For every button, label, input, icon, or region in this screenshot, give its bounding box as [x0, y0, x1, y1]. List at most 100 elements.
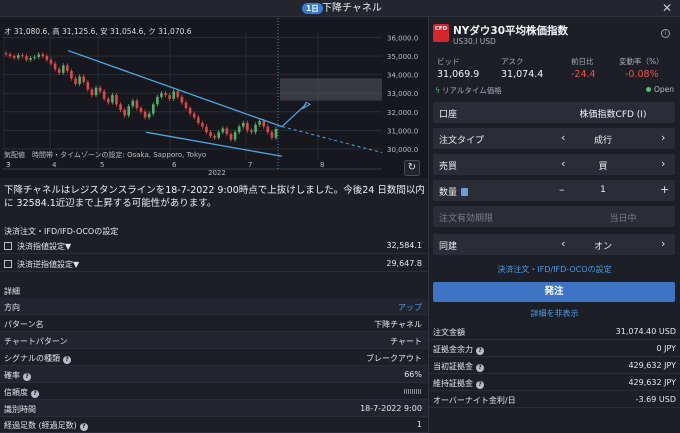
y-tick-label: 31,000.0: [387, 127, 418, 135]
detail-row-chart-pattern: チャートパターン チャート: [0, 332, 428, 349]
linked-select[interactable]: 同建 ‹ オン ›: [433, 234, 675, 255]
candle-body: [41, 54, 45, 57]
year-label: 2022: [208, 169, 226, 177]
expiry-select[interactable]: 注文有効期限 当日中: [433, 206, 675, 227]
title-bar: 1日 下降チャネル ✕: [0, 0, 680, 17]
hide-details-link[interactable]: 詳細を非表示: [429, 308, 680, 319]
candle-body: [274, 129, 278, 138]
y-tick-label: 36,000.0: [387, 35, 418, 43]
place-order-button[interactable]: 発注: [433, 282, 675, 302]
candle-body: [160, 93, 163, 97]
account-select[interactable]: 口座 株価指数CFD (I): [433, 102, 675, 123]
candle-body: [119, 104, 122, 110]
candle-body: [250, 130, 253, 133]
settle-order-link[interactable]: 決済注文・IFD/IFD-OCOの設定: [429, 264, 680, 275]
bid-price[interactable]: 31,069.9: [437, 69, 479, 80]
help-icon[interactable]: ?: [23, 373, 31, 381]
summary-row-free-margin: 証拠金余力? 0 JPY: [429, 340, 680, 357]
instrument-name: NYダウ30平均株価指数: [453, 25, 569, 37]
detail-row-direction: 方向 アップ: [0, 298, 428, 315]
candle-body: [156, 96, 159, 105]
candle-body: [147, 113, 151, 118]
help-icon[interactable]: ?: [476, 364, 484, 372]
candle-body: [176, 91, 180, 97]
candle-body: [233, 132, 237, 140]
help-icon[interactable]: ?: [63, 356, 71, 364]
x-tick-label: 7: [248, 161, 252, 169]
summary-row-amount: 注文金額 31,074.40 USD: [429, 323, 680, 340]
help-icon[interactable]: ?: [476, 347, 484, 355]
candle-body: [262, 121, 266, 127]
candle-body: [221, 128, 225, 133]
candle-body: [254, 124, 257, 133]
stop-checkbox[interactable]: [4, 260, 12, 268]
side-select[interactable]: 売買 ‹ 買 ›: [433, 154, 675, 175]
y-tick-label: 33,000.0: [387, 90, 418, 98]
ohlc-readout: オ 31,080.6, 高 31,125.6, 安 31,054.6, ク 31…: [4, 27, 192, 36]
chevron-right-icon[interactable]: ›: [661, 237, 665, 250]
limit-checkbox[interactable]: [4, 242, 12, 250]
stop-settle-row[interactable]: 決済逆指値設定▼ 29,647.8: [0, 255, 428, 272]
candle-body: [213, 135, 216, 138]
quantity-stepper[interactable]: 数量 – 1 +: [433, 180, 675, 201]
breakout-arrowhead: [301, 101, 312, 110]
candle-body: [98, 87, 102, 92]
ask-label: アスク: [501, 57, 524, 66]
calculator-icon[interactable]: [461, 188, 469, 196]
chevron-right-icon[interactable]: ›: [661, 131, 665, 144]
info-icon[interactable]: i: [661, 29, 670, 38]
pattern-description: 下降チャネルはレジスタンスラインを18-7-2022 9:00時点で上抜けしまし…: [4, 185, 425, 209]
close-icon[interactable]: ✕: [662, 1, 672, 15]
reliability-bars: [404, 389, 422, 394]
candle-body: [57, 69, 61, 73]
window-title: 下降チャネル: [322, 3, 382, 14]
detail-row-probability: 確率? 66%: [0, 366, 428, 383]
change-value: -24.4: [571, 69, 596, 80]
candle-body: [217, 132, 221, 138]
plus-icon[interactable]: +: [660, 183, 669, 196]
market-status: Open: [645, 85, 674, 94]
details-title: 詳細: [4, 287, 20, 296]
realtime-label: ϟ リアルタイム価格: [435, 86, 502, 95]
candle-body: [135, 100, 139, 109]
cfd-flag-icon: CFD: [433, 24, 449, 42]
candle-body: [139, 108, 143, 112]
candle-body: [29, 57, 32, 60]
order-type-select[interactable]: 注文タイプ ‹ 成行 ›: [433, 128, 675, 149]
candle-body: [82, 76, 86, 83]
change-label: 前日比: [571, 57, 594, 66]
candle-body: [192, 113, 196, 118]
timezone-note: 気配値 時間帯・タイムゾーンの設定: Osaka, Sapporo, Tokyo: [4, 151, 207, 159]
detail-row-pattern: パターン名 下降チャネル: [0, 315, 428, 332]
summary-row-maint-margin: 維持証拠金? 429,632 JPY: [429, 374, 680, 391]
candle-body: [241, 122, 245, 127]
chevron-right-icon[interactable]: ›: [661, 157, 665, 170]
candle-body: [66, 65, 69, 71]
candle-body: [258, 121, 261, 125]
detail-row-identified: 識別時間 18-7-2022 9:00: [0, 400, 428, 417]
candle-body: [168, 95, 171, 99]
x-tick-label: 4: [52, 161, 57, 169]
bid-label: ビッド: [437, 57, 460, 66]
candle-body: [209, 132, 212, 136]
refresh-icon[interactable]: ↻: [404, 160, 420, 176]
y-tick-label: 34,000.0: [387, 72, 418, 80]
candle-body: [106, 98, 110, 103]
candle-body: [90, 89, 94, 96]
candle-body: [70, 70, 73, 79]
candle-body: [196, 117, 200, 123]
candle-body: [164, 93, 167, 96]
candle-body: [201, 122, 204, 127]
ask-price[interactable]: 31,074.4: [501, 69, 543, 80]
candle-body: [102, 91, 106, 99]
limit-settle-row[interactable]: 決済指値設定▼ 32,584.1: [0, 237, 428, 254]
status-dot-icon: [645, 87, 651, 92]
help-icon[interactable]: ?: [79, 423, 88, 431]
candle-body: [21, 55, 24, 57]
candle-body: [94, 87, 98, 96]
help-icon[interactable]: ?: [31, 390, 39, 398]
candle-body: [37, 54, 41, 58]
candle-body: [246, 122, 249, 131]
price-chart[interactable]: 36,000.0 35,000.0 34,000.0 33,000.0 32,000.0…: [0, 18, 428, 178]
help-icon[interactable]: ?: [476, 381, 484, 389]
